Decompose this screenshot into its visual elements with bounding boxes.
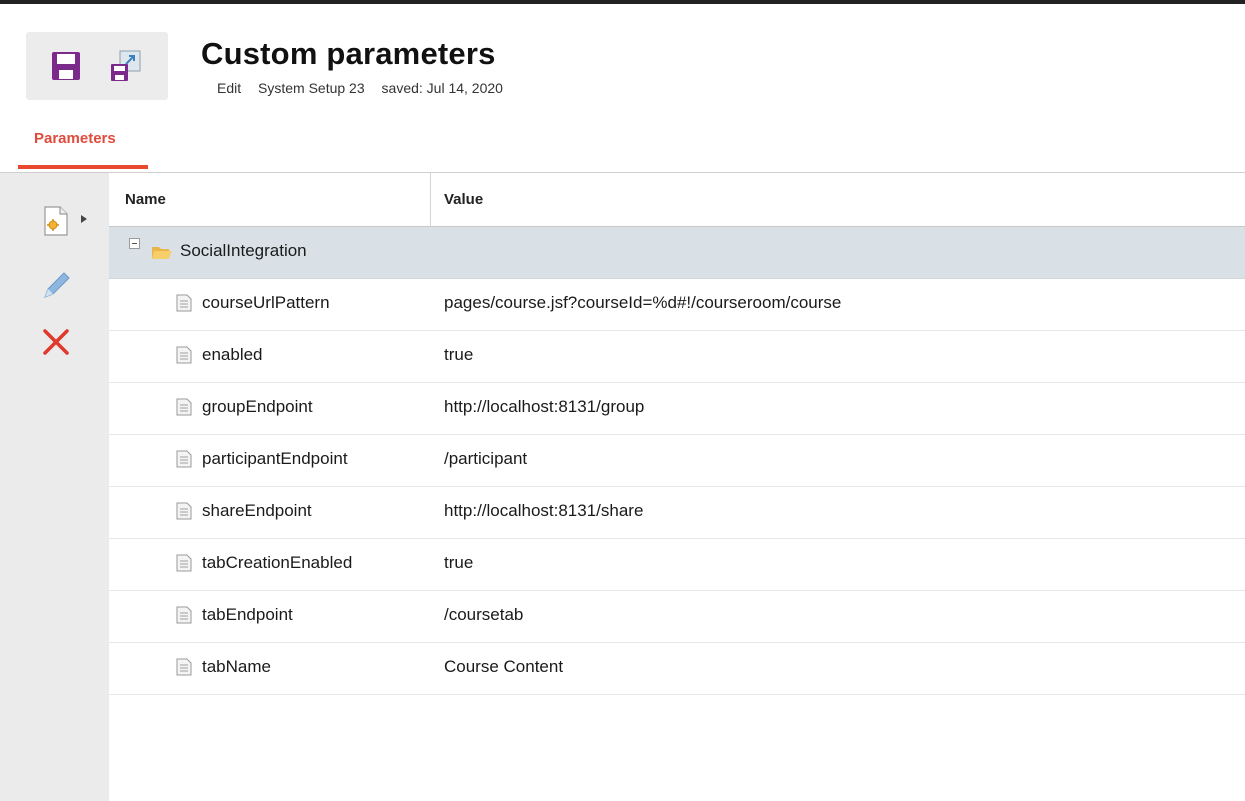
saved-label: saved: Jul 14, 2020 bbox=[381, 80, 503, 96]
window-top-border bbox=[0, 0, 1245, 4]
column-header-value[interactable]: Value bbox=[444, 191, 483, 208]
mode-label: Edit bbox=[217, 80, 242, 96]
save-as-icon bbox=[111, 50, 141, 81]
table-header: Name Value bbox=[109, 173, 1245, 227]
parameter-name: enabled bbox=[202, 345, 263, 364]
parameter-document-icon bbox=[176, 554, 192, 572]
parameter-document-icon bbox=[176, 450, 192, 468]
column-header-name[interactable]: Name bbox=[125, 191, 166, 208]
parameter-value: http://localhost:8131/share bbox=[444, 501, 644, 520]
save-button-group bbox=[26, 32, 168, 100]
table-row[interactable]: courseUrlPattern pages/course.jsf?courseI… bbox=[109, 279, 1245, 331]
dropdown-arrow-icon bbox=[81, 215, 87, 223]
table-row[interactable]: groupEndpoint http://localhost:8131/group bbox=[109, 383, 1245, 435]
left-toolbar bbox=[0, 173, 109, 801]
parameter-document-icon bbox=[176, 294, 192, 312]
table-row[interactable]: participantEndpoint/participant bbox=[109, 435, 1245, 487]
parameter-name: courseUrlPattern bbox=[202, 293, 330, 312]
edit-button[interactable] bbox=[36, 267, 76, 305]
folder-open-icon bbox=[152, 247, 172, 259]
save-button[interactable] bbox=[44, 44, 88, 88]
new-parameter-icon bbox=[44, 206, 68, 236]
parameter-value: http://localhost:8131/group bbox=[444, 397, 645, 416]
table-row[interactable]: tabCreationEnabled true bbox=[109, 539, 1245, 591]
parameter-name: shareEndpoint bbox=[202, 501, 312, 520]
parameter-name: tabEndpoint bbox=[202, 605, 293, 624]
column-separator[interactable] bbox=[430, 173, 431, 226]
delete-icon bbox=[43, 329, 69, 355]
new-parameter-dropdown[interactable] bbox=[78, 211, 90, 227]
tab-parameters[interactable]: Parameters bbox=[18, 124, 148, 169]
delete-button[interactable] bbox=[36, 322, 76, 362]
parameter-name: tabCreationEnabled bbox=[202, 553, 353, 572]
parameter-name: participantEndpoint bbox=[202, 449, 348, 468]
parameter-value: true bbox=[444, 553, 474, 572]
page-title: Custom parameters bbox=[201, 36, 496, 71]
parameter-document-icon bbox=[176, 398, 192, 416]
group-row[interactable]: SocialIntegration bbox=[109, 227, 1245, 279]
parameter-name: groupEndpoint bbox=[202, 397, 313, 416]
table-row[interactable]: tabEndpoint/coursetab bbox=[109, 591, 1245, 643]
parameter-document-icon bbox=[176, 658, 192, 676]
save-as-button[interactable] bbox=[104, 44, 148, 88]
context-label: System Setup 23 bbox=[258, 80, 365, 96]
parameter-value: /participant bbox=[444, 449, 528, 468]
group-label: SocialIntegration bbox=[180, 241, 307, 260]
parameter-value: true bbox=[444, 345, 474, 364]
table-row[interactable]: tabName Course Content bbox=[109, 643, 1245, 695]
edit-pencil-icon bbox=[44, 272, 70, 298]
page-subtitle: Edit System Setup 23 saved: Jul 14, 2020 bbox=[217, 79, 516, 97]
parameter-document-icon bbox=[176, 502, 192, 520]
save-icon bbox=[52, 52, 80, 80]
new-parameter-button[interactable] bbox=[40, 204, 72, 238]
parameters-table: Name Value SocialIntegration courseUrlPa… bbox=[109, 173, 1245, 695]
parameter-value: pages/course.jsf?courseId=%d#!/courseroo… bbox=[444, 293, 842, 312]
parameter-value: Course Content bbox=[444, 657, 564, 676]
table-row[interactable]: shareEndpoint http://localhost:8131/share bbox=[109, 487, 1245, 539]
table-row[interactable]: enabled true bbox=[109, 331, 1245, 383]
active-tab-indicator bbox=[18, 165, 148, 169]
parameter-document-icon bbox=[176, 606, 192, 624]
parameter-name: tabName bbox=[202, 657, 271, 676]
tab-label: Parameters bbox=[34, 130, 116, 147]
parameter-document-icon bbox=[176, 346, 192, 364]
collapse-toggle-icon[interactable] bbox=[129, 238, 140, 249]
parameter-value: /coursetab bbox=[444, 605, 524, 624]
